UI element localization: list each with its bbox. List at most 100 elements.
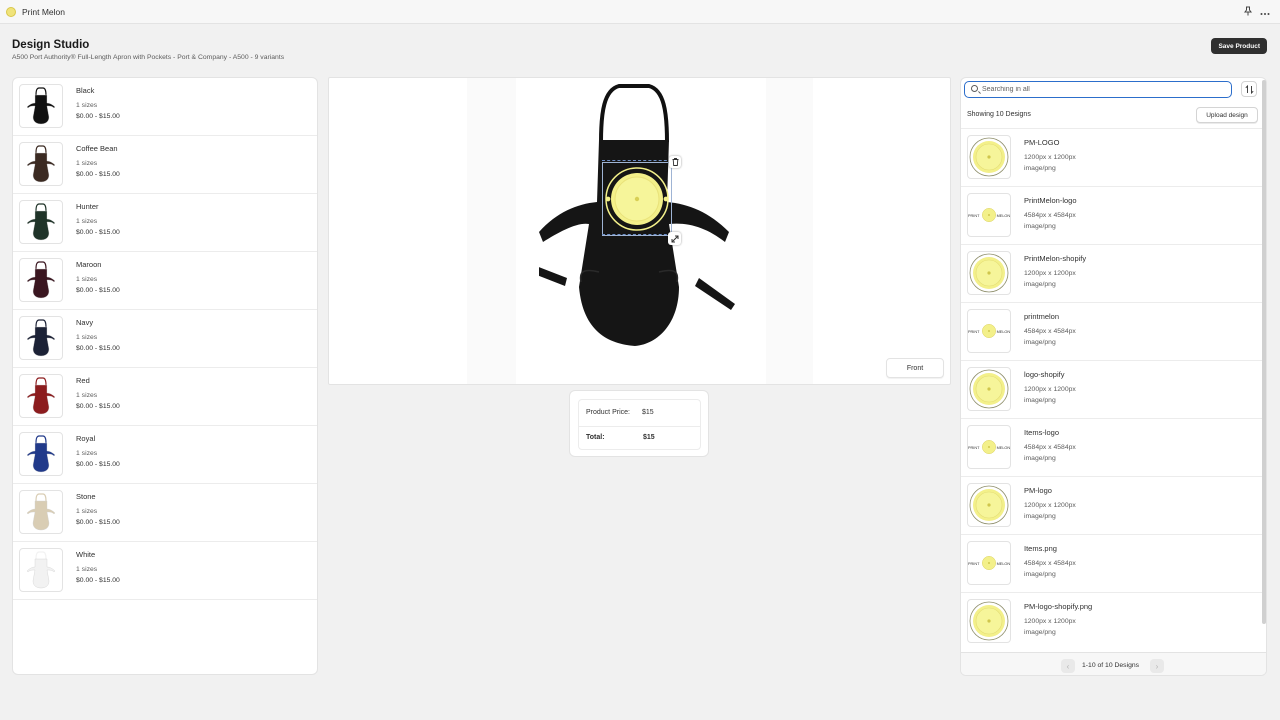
page-title: Design Studio — [12, 39, 90, 51]
app-name: Print Melon — [22, 6, 65, 17]
upload-design-button[interactable]: Upload design — [1196, 107, 1258, 123]
design-dimensions: 4584px x 4584px — [1024, 212, 1076, 219]
apron-icon — [27, 377, 55, 415]
variant-thumbnail — [19, 142, 63, 186]
variant-sizes: 1 sizes — [76, 508, 98, 515]
wordmark-right: MELON — [997, 214, 1010, 218]
apron-icon — [27, 87, 55, 125]
design-thumbnail — [967, 599, 1011, 643]
designs-scrollbar[interactable] — [1262, 80, 1266, 624]
design-name: PM-logo-shopify.png — [1024, 602, 1093, 611]
design-selection-box[interactable] — [602, 162, 672, 236]
apron-icon — [27, 261, 55, 299]
search-box[interactable] — [964, 81, 1232, 98]
variant-name: Maroon — [76, 260, 102, 269]
design-dimensions: 1200px x 1200px — [1024, 386, 1076, 393]
view-front-button[interactable]: Front — [886, 358, 944, 378]
printmelon-wordmark-icon: PRINT MELON — [968, 324, 1010, 338]
variant-row[interactable]: Stone 1 sizes $0.00 - $15.00 — [13, 484, 317, 542]
product-price-value: $15 — [642, 409, 654, 416]
variant-thumbnail — [19, 490, 63, 534]
variant-sizes: 1 sizes — [76, 160, 98, 167]
design-item[interactable]: PRINT MELON Items-logo 4584px x 4584px image… — [961, 418, 1266, 476]
variant-sizes: 1 sizes — [76, 450, 98, 457]
design-thumbnail: PRINT MELON — [967, 541, 1011, 585]
total-label: Total: — [586, 434, 605, 441]
melon-logo-icon — [969, 369, 1009, 409]
variant-thumbnail — [19, 432, 63, 476]
resize-icon[interactable] — [668, 232, 681, 245]
print-area-guide-bottom — [602, 234, 672, 235]
designs-panel: Showing 10 Designs Upload design PM-LOGO… — [960, 77, 1267, 676]
design-canvas[interactable]: Front — [328, 77, 951, 385]
designs-count: Showing 10 Designs — [967, 111, 1031, 118]
variant-price: $0.00 - $15.00 — [76, 461, 120, 468]
more-icon[interactable] — [1260, 7, 1270, 19]
printmelon-wordmark-icon: PRINT MELON — [968, 440, 1010, 454]
variant-sizes: 1 sizes — [76, 102, 98, 109]
wordmark-left: PRINT — [968, 330, 980, 334]
variant-price: $0.00 - $15.00 — [76, 287, 120, 294]
design-dimensions: 1200px x 1200px — [1024, 270, 1076, 277]
trash-icon[interactable] — [669, 156, 681, 168]
variant-row[interactable]: Navy 1 sizes $0.00 - $15.00 — [13, 310, 317, 368]
wordmark-right: MELON — [997, 330, 1010, 334]
variant-name: Red — [76, 376, 90, 385]
design-search-input[interactable] — [982, 83, 1222, 96]
melon-logo-icon — [969, 137, 1009, 177]
design-dimensions: 1200px x 1200px — [1024, 502, 1076, 509]
design-mime-type: image/png — [1024, 281, 1056, 288]
design-dimensions: 1200px x 1200px — [1024, 618, 1076, 625]
design-name: PrintMelon-logo — [1024, 196, 1077, 205]
design-item[interactable]: PRINT MELON PrintMelon-logo 4584px x 4584px… — [961, 186, 1266, 244]
design-item[interactable]: PM-logo-shopify.png 1200px x 1200px image/… — [961, 592, 1266, 650]
design-dimensions: 1200px x 1200px — [1024, 154, 1076, 161]
variant-thumbnail — [19, 374, 63, 418]
melon-logo-icon — [969, 601, 1009, 641]
design-mime-type: image/png — [1024, 165, 1056, 172]
save-product-button[interactable]: Save Product — [1211, 38, 1267, 54]
wordmark-left: PRINT — [968, 446, 980, 450]
variant-row[interactable]: Royal 1 sizes $0.00 - $15.00 — [13, 426, 317, 484]
variant-row[interactable]: Hunter 1 sizes $0.00 - $15.00 — [13, 194, 317, 252]
sort-icon[interactable] — [1241, 81, 1257, 97]
design-name: Items.png — [1024, 544, 1057, 553]
variant-thumbnail — [19, 316, 63, 360]
design-name: printmelon — [1024, 312, 1060, 321]
design-item[interactable]: PrintMelon-shopify 1200px x 1200px image/p… — [961, 244, 1266, 302]
variant-price: $0.00 - $15.00 — [76, 113, 120, 120]
chevron-right-icon[interactable]: › — [1150, 659, 1164, 673]
design-item[interactable]: logo-shopify 1200px x 1200px image/png — [961, 360, 1266, 418]
design-thumbnail — [967, 483, 1011, 527]
pin-icon[interactable] — [1244, 6, 1252, 19]
design-mime-type: image/png — [1024, 223, 1056, 230]
variant-price: $0.00 - $15.00 — [76, 171, 120, 178]
design-mime-type: image/png — [1024, 571, 1056, 578]
app-topbar: Print Melon — [0, 0, 1280, 24]
variant-sizes: 1 sizes — [76, 334, 98, 341]
variant-sizes: 1 sizes — [76, 276, 98, 283]
design-item[interactable]: PM-logo 1200px x 1200px image/png — [961, 476, 1266, 534]
variant-price: $0.00 - $15.00 — [76, 229, 120, 236]
variant-row[interactable]: Black 1 sizes $0.00 - $15.00 — [13, 78, 317, 136]
design-thumbnail: PRINT MELON — [967, 425, 1011, 469]
search-icon — [971, 85, 978, 92]
variant-row[interactable]: Coffee Bean 1 sizes $0.00 - $15.00 — [13, 136, 317, 194]
chevron-left-icon[interactable]: ‹ — [1061, 659, 1075, 673]
printmelon-wordmark-icon: PRINT MELON — [968, 556, 1010, 570]
design-item[interactable]: PM-LOGO 1200px x 1200px image/png — [961, 128, 1266, 186]
variant-row[interactable]: White 1 sizes $0.00 - $15.00 — [13, 542, 317, 600]
variant-row[interactable]: Maroon 1 sizes $0.00 - $15.00 — [13, 252, 317, 310]
variant-sizes: 1 sizes — [76, 392, 98, 399]
design-item[interactable]: PRINT MELON printmelon 4584px x 4584px image… — [961, 302, 1266, 360]
variant-name: Stone — [76, 492, 96, 501]
variant-name: Coffee Bean — [76, 144, 118, 153]
variant-price: $0.00 - $15.00 — [76, 403, 120, 410]
variant-name: Navy — [76, 318, 94, 327]
melon-logo-icon — [969, 485, 1009, 525]
design-item[interactable]: PRINT MELON Items.png 4584px x 4584px image/… — [961, 534, 1266, 592]
design-thumbnail — [967, 135, 1011, 179]
pagination: ‹ 1-10 of 10 Designs › — [961, 652, 1266, 675]
design-name: Items-logo — [1024, 428, 1060, 437]
variant-row[interactable]: Red 1 sizes $0.00 - $15.00 — [13, 368, 317, 426]
